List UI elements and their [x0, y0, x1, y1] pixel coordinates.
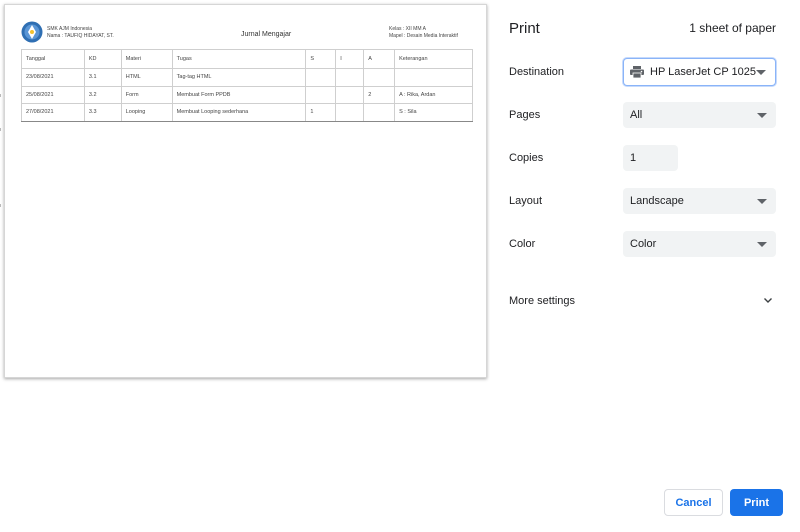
copies-label: Copies	[509, 152, 544, 164]
destination-select[interactable]: HP LaserJet CP 1025	[623, 58, 776, 86]
pages-select[interactable]: All	[623, 102, 776, 128]
table-row: 27/08/2021 3.3 Looping Membuat Looping s…	[21, 103, 473, 122]
school-name: SMK AJM Indonesia	[47, 26, 93, 32]
table-cell: Tag-tag HTML	[171, 68, 307, 87]
table-row: 25/08/2021 3.2 Form Membuat Form PPDB 2 …	[21, 85, 473, 104]
table-row: 23/08/2021 3.1 HTML Tag-tag HTML	[21, 68, 473, 87]
destination-label: Destination	[509, 66, 565, 78]
column-header: Materi	[120, 49, 173, 69]
table-cell: HTML	[120, 68, 173, 87]
column-header: Tanggal	[21, 49, 85, 69]
table-cell: A : Rika, Ardan	[394, 85, 473, 104]
teacher-name: Nama : TAUFIQ HIDAYAT, ST.	[47, 33, 114, 39]
document-title: Jurnal Mengajar	[241, 31, 292, 38]
table-cell	[335, 103, 365, 122]
caret-down-icon	[757, 242, 767, 247]
table-cell	[363, 68, 396, 87]
cancel-button[interactable]: Cancel	[664, 489, 723, 516]
table-cell	[335, 85, 365, 104]
table-cell: Form	[120, 85, 173, 104]
class-info: Kelas : XII MM A Mapel : Desain Media In…	[389, 26, 458, 40]
table-header-row: Tanggal KD Materi Tugas S I A Keterangan	[21, 49, 473, 69]
school-logo-icon	[21, 21, 43, 43]
caret-down-icon	[756, 70, 766, 75]
table-cell: Membuat Form PPDB	[171, 85, 307, 104]
caret-down-icon	[757, 199, 767, 204]
color-select[interactable]: Color	[623, 231, 776, 257]
layout-select[interactable]: Landscape	[623, 188, 776, 214]
print-settings-panel: Print 1 sheet of paper Destination HP La…	[490, 0, 800, 532]
edge-mark	[0, 128, 1, 131]
edge-mark	[0, 94, 1, 97]
subject-name: Mapel : Desain Media Interaktif	[389, 33, 458, 39]
school-info: SMK AJM Indonesia Nama : TAUFIQ HIDAYAT,…	[47, 26, 114, 40]
table-cell: 3.1	[83, 68, 122, 87]
copies-value: 1	[630, 152, 637, 164]
table-cell: 2	[363, 85, 396, 104]
table-cell	[363, 103, 396, 122]
table-cell: Membuat Looping sederhana	[171, 103, 307, 122]
column-header: I	[335, 49, 365, 69]
more-settings-toggle[interactable]: More settings	[509, 295, 575, 307]
sheet-count: 1 sheet of paper	[689, 21, 776, 35]
table-cell: 25/08/2021	[21, 85, 85, 104]
column-header: Tugas	[171, 49, 307, 69]
table-cell	[305, 85, 337, 104]
table-cell	[335, 68, 365, 87]
layout-value: Landscape	[630, 195, 684, 207]
printer-icon	[630, 66, 644, 78]
print-button[interactable]: Print	[730, 489, 783, 516]
document-header: SMK AJM Indonesia Nama : TAUFIQ HIDAYAT,…	[21, 21, 473, 51]
table-cell: 27/08/2021	[21, 103, 85, 122]
table-cell	[394, 68, 473, 87]
journal-table: Tanggal KD Materi Tugas S I A Keterangan…	[21, 49, 473, 122]
column-header: Keterangan	[394, 49, 473, 69]
table-cell: S : Sila	[394, 103, 473, 122]
edge-mark	[0, 204, 1, 207]
caret-down-icon	[757, 113, 767, 118]
table-cell: 3.3	[83, 103, 122, 122]
table-cell: 1	[305, 103, 337, 122]
table-cell: 3.2	[83, 85, 122, 104]
copies-input[interactable]: 1	[623, 145, 678, 171]
table-cell	[305, 68, 337, 87]
color-label: Color	[509, 238, 536, 250]
chevron-down-icon[interactable]	[762, 294, 774, 306]
table-cell: 23/08/2021	[21, 68, 85, 87]
column-header: S	[305, 49, 337, 69]
table-cell: Looping	[120, 103, 173, 122]
class-name: Kelas : XII MM A	[389, 26, 426, 32]
pages-value: All	[630, 109, 643, 121]
color-value: Color	[630, 238, 657, 250]
panel-title: Print	[509, 20, 540, 37]
print-preview-area: SMK AJM Indonesia Nama : TAUFIQ HIDAYAT,…	[0, 0, 490, 532]
column-header: KD	[83, 49, 122, 69]
pages-label: Pages	[509, 109, 541, 121]
column-header: A	[363, 49, 396, 69]
layout-label: Layout	[509, 195, 543, 207]
destination-value: HP LaserJet CP 1025	[650, 66, 756, 78]
preview-page: SMK AJM Indonesia Nama : TAUFIQ HIDAYAT,…	[4, 4, 487, 378]
